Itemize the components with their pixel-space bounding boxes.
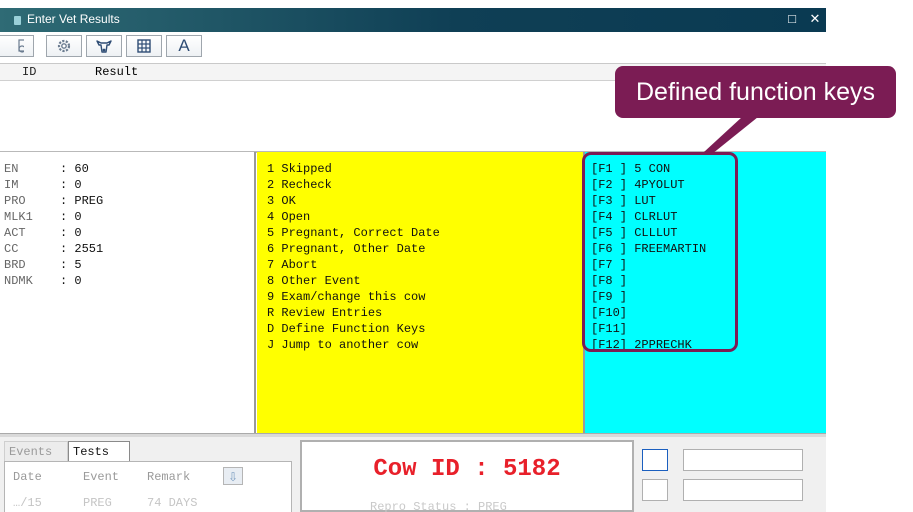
function-keys-highlight [582,152,738,352]
callout-label: Defined function keys [615,66,896,118]
